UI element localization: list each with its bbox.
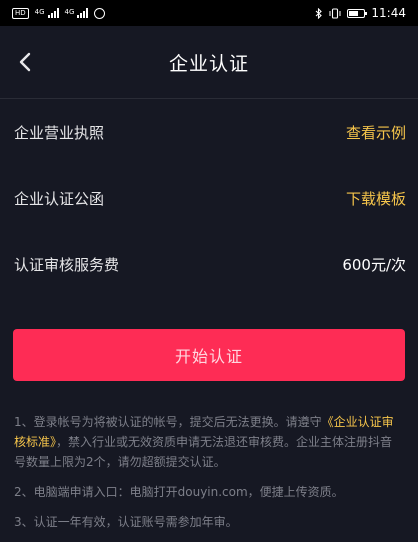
row-certification-letter: 企业认证公函 下载模板 — [0, 165, 418, 231]
network-type-1: 4G — [34, 7, 45, 16]
row-label: 企业认证公函 — [14, 189, 105, 208]
download-template-link[interactable]: 下载模板 — [346, 188, 406, 209]
review-fee-value: 600元/次 — [342, 255, 406, 274]
view-example-link[interactable]: 查看示例 — [346, 122, 406, 143]
status-right: 11:44 — [315, 6, 406, 20]
battery-icon — [347, 8, 368, 18]
status-time: 11:44 — [371, 6, 406, 20]
page-title: 企业认证 — [168, 52, 249, 75]
row-label: 企业营业执照 — [14, 123, 105, 142]
nav-bar: 企业认证 — [0, 26, 418, 99]
notes: 1、登录帐号为将被认证的帐号，提交后无法更换。请遵守《企业认证审核标准》，禁入行… — [14, 412, 404, 542]
signal-icon — [47, 8, 59, 18]
network-type-2: 4G — [64, 7, 75, 16]
start-certification-button[interactable]: 开始认证 — [13, 329, 405, 381]
row-review-fee: 认证审核服务费 600元/次 — [0, 231, 418, 297]
note-1-suffix: ，禁入行业或无效资质申请无法退还审核费。企业主体注册抖音号数量上限为2个，请勿超… — [14, 435, 393, 469]
bluetooth-icon — [316, 7, 323, 19]
note-1: 1、登录帐号为将被认证的帐号，提交后无法更换。请遵守《企业认证审核标准》，禁入行… — [14, 412, 404, 472]
status-bar: HD 4G 4G 11:44 — [0, 0, 418, 26]
note-3: 3、认证一年有效，认证账号需参加年审。 — [14, 515, 238, 529]
back-arrow-icon[interactable] — [14, 50, 38, 74]
battery-fill — [349, 10, 359, 16]
note-2: 2、电脑端申请入口：电脑打开douyin.com，便捷上传资质。 — [14, 485, 344, 499]
note-1-prefix: 1、登录帐号为将被认证的帐号，提交后无法更换。请遵守 — [14, 415, 322, 429]
hd-badge: HD — [12, 7, 29, 19]
status-left: HD 4G 4G — [12, 7, 106, 19]
requirement-list: 企业营业执照 查看示例 企业认证公函 下载模板 认证审核服务费 600元/次 — [0, 99, 418, 297]
vibrate-icon — [329, 7, 341, 19]
signal-icon-2 — [77, 8, 89, 18]
row-business-license: 企业营业执照 查看示例 — [0, 99, 418, 165]
row-label: 认证审核服务费 — [14, 255, 120, 274]
alarm-icon — [94, 7, 106, 19]
